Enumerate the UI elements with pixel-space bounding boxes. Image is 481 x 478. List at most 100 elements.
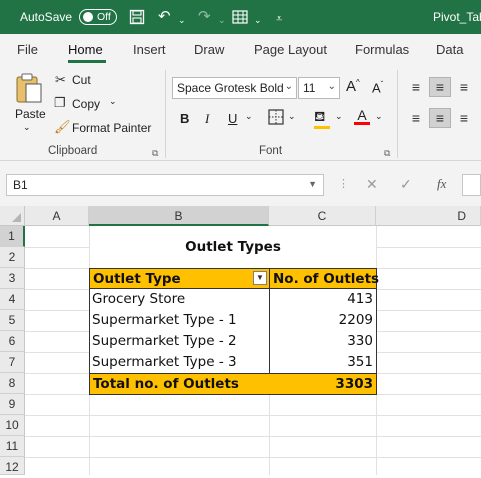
undo-icon[interactable]: ↶: [158, 9, 171, 25]
name-box[interactable]: B1 ▼: [6, 174, 324, 196]
copy-icon[interactable]: ❐: [54, 95, 66, 111]
font-color-button[interactable]: A: [354, 107, 370, 125]
caret-up-icon: ^: [356, 78, 360, 87]
font-size-select[interactable]: 11 ⌄: [298, 77, 340, 99]
paste-label[interactable]: Paste: [15, 107, 46, 121]
borders-dropdown-icon[interactable]: ⌄: [288, 111, 296, 122]
row-header-4[interactable]: 4: [0, 289, 25, 310]
copy-dropdown-icon[interactable]: ⌄: [109, 96, 117, 107]
decrease-font-button[interactable]: Aˇ: [372, 80, 383, 95]
paste-dropdown-icon[interactable]: ⌄: [23, 122, 31, 133]
align-center-icon[interactable]: ≡: [429, 108, 451, 128]
ribbon: Paste ⌄ ✂ Cut ❐ Copy ⌄ 🖌 Format Painter …: [0, 64, 481, 161]
table-row-value[interactable]: 2209: [270, 310, 373, 331]
table-row-value[interactable]: 351: [270, 352, 373, 373]
autosave-toggle[interactable]: Off: [79, 9, 117, 25]
paste-button[interactable]: [14, 72, 44, 107]
row-header-10[interactable]: 10: [0, 415, 25, 436]
row-header-5[interactable]: 5: [0, 310, 25, 331]
bold-button[interactable]: B: [180, 111, 189, 126]
font-color-dropdown-icon[interactable]: ⌄: [375, 111, 383, 122]
table-title[interactable]: Outlet Types: [90, 237, 376, 258]
chevron-down-icon: ▼: [308, 179, 317, 189]
formula-input[interactable]: [462, 174, 481, 196]
insert-function-icon[interactable]: fx: [437, 176, 446, 192]
format-painter-button[interactable]: Format Painter: [72, 121, 151, 135]
tab-draw[interactable]: Draw: [194, 42, 224, 57]
tab-page-layout[interactable]: Page Layout: [254, 42, 327, 57]
cancel-icon[interactable]: ✕: [366, 176, 378, 193]
increase-font-button[interactable]: A^: [346, 78, 360, 95]
font-size-value: 11: [303, 81, 316, 95]
table-row-label[interactable]: Grocery Store: [92, 289, 185, 310]
select-all-icon: [12, 213, 21, 222]
italic-button[interactable]: I: [205, 111, 209, 127]
fill-dropdown-icon[interactable]: ⌄: [335, 111, 343, 122]
row-header-8[interactable]: 8: [0, 373, 25, 394]
underline-dropdown-icon[interactable]: ⌄: [245, 111, 253, 122]
cut-button[interactable]: Cut: [72, 73, 91, 87]
row-header-1[interactable]: 1: [0, 226, 25, 247]
tab-home[interactable]: Home: [68, 42, 103, 57]
fill-color-swatch: [314, 126, 330, 129]
row-header-12[interactable]: 12: [0, 457, 25, 475]
redo-dropdown-icon[interactable]: ⌄: [218, 12, 226, 28]
undo-dropdown-icon[interactable]: ⌄: [178, 12, 186, 28]
enter-icon[interactable]: ✓: [400, 176, 412, 193]
spreadsheet-grid: A B C D 1 2 3 4 5 6 7 8 9 10 11 12 Outle…: [0, 206, 481, 475]
row-header-11[interactable]: 11: [0, 436, 25, 457]
cut-icon[interactable]: ✂: [55, 72, 66, 88]
autosave-label: AutoSave: [20, 10, 73, 24]
row-header-7[interactable]: 7: [0, 352, 25, 373]
table-row-value[interactable]: 413: [270, 289, 373, 310]
filter-dropdown-icon[interactable]: ▼: [253, 271, 267, 285]
underline-button[interactable]: U: [228, 111, 237, 126]
tab-file[interactable]: File: [17, 42, 38, 57]
save-icon[interactable]: [129, 9, 145, 29]
header-outlet-type[interactable]: Outlet Type: [89, 268, 270, 289]
table-format-icon[interactable]: [232, 9, 250, 29]
row-header-6[interactable]: 6: [0, 331, 25, 352]
redo-icon[interactable]: ↷: [198, 9, 211, 25]
table-row-value[interactable]: 330: [270, 331, 373, 352]
borders-button[interactable]: [268, 109, 284, 128]
align-right-icon[interactable]: ≡: [453, 108, 475, 128]
tab-formulas[interactable]: Formulas: [355, 42, 409, 57]
format-dropdown-icon[interactable]: ⌄: [254, 12, 262, 28]
table-row-label[interactable]: Supermarket Type - 2: [92, 331, 237, 352]
select-all-button[interactable]: [0, 206, 25, 226]
active-tab-indicator: [68, 60, 106, 63]
tab-data[interactable]: Data: [436, 42, 463, 57]
align-bottom-icon[interactable]: ≡: [453, 77, 475, 97]
table-row-label[interactable]: Supermarket Type - 3: [92, 352, 237, 373]
grow-font-glyph: A: [346, 78, 357, 95]
column-header-b[interactable]: B: [89, 206, 269, 226]
row-header-9[interactable]: 9: [0, 394, 25, 415]
header-outlet-count[interactable]: No. of Outlets: [269, 268, 379, 289]
group-divider: [165, 70, 166, 158]
total-value[interactable]: 3303: [270, 374, 373, 395]
tab-insert[interactable]: Insert: [133, 42, 166, 57]
row-header-2[interactable]: 2: [0, 247, 25, 268]
fill-color-button[interactable]: ⛾: [314, 108, 330, 129]
document-title: Pivot_Tab: [433, 10, 481, 24]
column-header-c[interactable]: C: [269, 206, 376, 226]
font-name-select[interactable]: Space Grotesk Bold ⌄: [172, 77, 297, 99]
copy-button[interactable]: Copy: [72, 97, 100, 111]
align-left-icon[interactable]: ≡: [405, 108, 427, 128]
format-painter-icon[interactable]: 🖌: [54, 119, 71, 135]
align-middle-icon[interactable]: ≡: [429, 77, 451, 97]
drag-handle-icon[interactable]: ⋮: [338, 177, 349, 190]
clipboard-launcher-icon[interactable]: ⧉: [152, 148, 158, 159]
title-bar: AutoSave Off ↶ ⌄ ↷ ⌄ ⌄ ⩡ Pivot_Tab: [0, 0, 481, 34]
row-header-3[interactable]: 3: [0, 268, 25, 289]
table-row-label[interactable]: Supermarket Type - 1: [92, 310, 237, 331]
customize-toolbar-icon[interactable]: ⩡: [276, 11, 282, 27]
column-header-a[interactable]: A: [25, 206, 89, 226]
column-header-d[interactable]: D: [376, 206, 481, 226]
chevron-down-icon: ⌄: [284, 81, 293, 92]
font-launcher-icon[interactable]: ⧉: [384, 148, 390, 159]
paste-icon: [14, 73, 44, 107]
align-top-icon[interactable]: ≡: [405, 77, 427, 97]
gridline: [25, 436, 481, 437]
